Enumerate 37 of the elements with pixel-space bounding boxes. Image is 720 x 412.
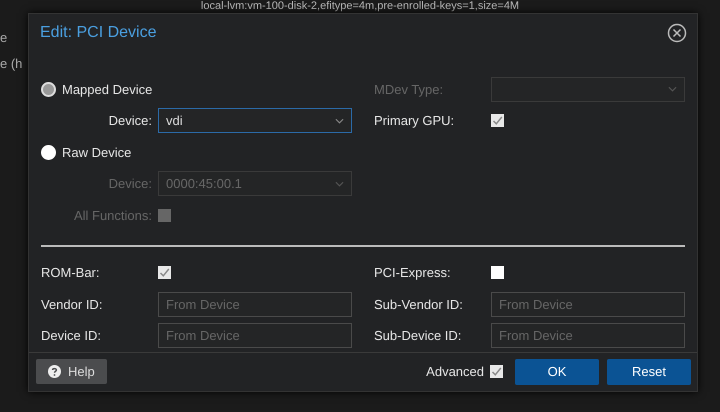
field-label: PCI-Express: — [374, 264, 452, 282]
dropdown-field[interactable]: vdi — [158, 108, 352, 134]
background-text: local-lvm:vm-100-disk-2,efitype=4m,pre-enrolled-keys=1,size=4M — [200, 0, 520, 12]
input-field[interactable]: From Device — [158, 323, 352, 348]
background-text: e (h — [0, 55, 22, 73]
checkbox[interactable] — [158, 266, 171, 280]
radio-label[interactable]: Mapped Device — [62, 80, 152, 99]
field-label: Vendor ID: — [41, 296, 104, 314]
field-label: Sub-Device ID: — [374, 327, 462, 345]
input-field[interactable]: From Device — [158, 292, 352, 317]
field-label: All Functions: — [72, 206, 153, 224]
close-icon[interactable] — [667, 22, 687, 43]
help-button[interactable]: Help — [36, 359, 107, 384]
field-label: Device: — [108, 112, 153, 130]
caret-icon — [668, 86, 677, 92]
field-label: Primary GPU: — [374, 112, 456, 130]
field-label: Device ID: — [41, 327, 102, 345]
help-icon — [48, 365, 61, 378]
checkbox[interactable] — [491, 114, 504, 128]
field-label: ROM-Bar: — [41, 264, 100, 282]
field-label: Device: — [108, 175, 153, 193]
radio-label[interactable]: Raw Device — [62, 142, 132, 162]
dialog-title: Edit: PCI Device — [40, 23, 156, 42]
input-field[interactable]: From Device — [491, 323, 685, 348]
background-text: e — [0, 29, 8, 47]
checkbox[interactable] — [491, 266, 504, 280]
field-label: Sub-Vendor ID: — [374, 296, 464, 314]
advanced-label: Advanced — [426, 363, 484, 381]
input-field[interactable]: From Device — [491, 292, 685, 317]
field-label: MDev Type: — [374, 80, 444, 99]
caret-icon — [335, 180, 344, 187]
radio-button[interactable] — [41, 144, 56, 160]
checkbox[interactable] — [490, 365, 503, 378]
reset-button[interactable]: Reset — [607, 358, 691, 385]
caret-icon — [335, 118, 344, 124]
ok-button[interactable]: OK — [515, 358, 599, 385]
radio-button[interactable] — [41, 82, 56, 97]
